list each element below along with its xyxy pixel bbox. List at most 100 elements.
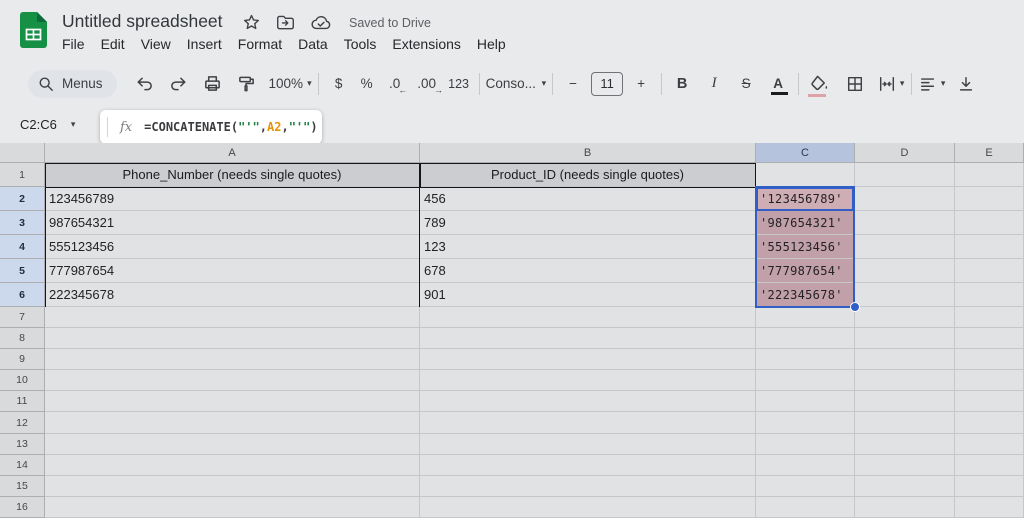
cell-A5[interactable]: 777987654 <box>45 259 420 283</box>
strikethrough-button[interactable]: S <box>732 70 760 98</box>
fill-handle[interactable] <box>850 302 860 312</box>
cell-B1[interactable]: Product_ID (needs single quotes) <box>420 163 756 187</box>
cell-C11[interactable] <box>756 391 855 412</box>
bold-button[interactable]: B <box>668 70 696 98</box>
cell-D6[interactable] <box>855 283 955 307</box>
saved-cloud-icon[interactable] <box>311 15 331 31</box>
cell-D15[interactable] <box>855 476 955 497</box>
cell-C16[interactable] <box>756 497 855 518</box>
cell-B5[interactable]: 678 <box>420 259 756 283</box>
cell-C14[interactable] <box>756 455 855 476</box>
cell-B15[interactable] <box>420 476 756 497</box>
row-header-14[interactable]: 14 <box>0 455 45 476</box>
cell-D4[interactable] <box>855 235 955 259</box>
cell-C13[interactable] <box>756 434 855 455</box>
cell-B13[interactable] <box>420 434 756 455</box>
cell-D1[interactable] <box>855 163 955 187</box>
cell-D9[interactable] <box>855 349 955 370</box>
row-header-5[interactable]: 5 <box>0 259 45 283</box>
increase-decimal-button[interactable]: .00→ <box>413 70 441 98</box>
font-family-select[interactable]: Conso... ▾ <box>486 70 547 98</box>
increase-font-size-button[interactable]: + <box>627 70 655 98</box>
cell-A13[interactable] <box>45 434 420 455</box>
cell-C6[interactable]: '222345678' <box>756 283 855 307</box>
borders-button[interactable] <box>841 70 869 98</box>
row-header-1[interactable]: 1 <box>0 163 45 187</box>
column-header-a[interactable]: A <box>45 143 420 163</box>
cell-A3[interactable]: 987654321 <box>45 211 420 235</box>
cell-B14[interactable] <box>420 455 756 476</box>
horizontal-align-button[interactable]: ▾ <box>918 70 946 98</box>
row-header-4[interactable]: 4 <box>0 235 45 259</box>
cell-D3[interactable] <box>855 211 955 235</box>
cell-D16[interactable] <box>855 497 955 518</box>
cell-B12[interactable] <box>420 412 756 433</box>
cell-E3[interactable] <box>955 211 1024 235</box>
cell-C8[interactable] <box>756 328 855 349</box>
decrease-decimal-button[interactable]: .0← <box>381 70 409 98</box>
cell-B3[interactable]: 789 <box>420 211 756 235</box>
document-title[interactable]: Untitled spreadsheet <box>62 11 223 32</box>
redo-button[interactable] <box>165 70 193 98</box>
cell-D12[interactable] <box>855 412 955 433</box>
cell-A16[interactable] <box>45 497 420 518</box>
cell-C9[interactable] <box>756 349 855 370</box>
cell-E4[interactable] <box>955 235 1024 259</box>
cell-E10[interactable] <box>955 370 1024 391</box>
row-header-13[interactable]: 13 <box>0 434 45 455</box>
menu-item-edit[interactable]: Edit <box>93 34 133 54</box>
column-header-d[interactable]: D <box>855 143 955 163</box>
sheets-logo-icon[interactable] <box>20 12 47 48</box>
cell-E12[interactable] <box>955 412 1024 433</box>
text-color-button[interactable]: A <box>764 70 792 98</box>
cell-E13[interactable] <box>955 434 1024 455</box>
cell-D5[interactable] <box>855 259 955 283</box>
cell-A10[interactable] <box>45 370 420 391</box>
italic-button[interactable]: I <box>700 70 728 98</box>
cell-E8[interactable] <box>955 328 1024 349</box>
row-header-10[interactable]: 10 <box>0 370 45 391</box>
cell-C10[interactable] <box>756 370 855 391</box>
menu-item-format[interactable]: Format <box>230 34 290 54</box>
cell-D10[interactable] <box>855 370 955 391</box>
cell-C5[interactable]: '777987654' <box>756 259 855 283</box>
cell-A7[interactable] <box>45 307 420 328</box>
cell-E5[interactable] <box>955 259 1024 283</box>
cell-C7[interactable] <box>756 307 855 328</box>
cell-B16[interactable] <box>420 497 756 518</box>
cell-A2[interactable]: 123456789 <box>45 187 420 211</box>
cell-E6[interactable] <box>955 283 1024 307</box>
row-header-6[interactable]: 6 <box>0 283 45 307</box>
zoom-select[interactable]: 100% ▾ <box>269 70 312 98</box>
cell-A6[interactable]: 222345678 <box>45 283 420 307</box>
cell-D14[interactable] <box>855 455 955 476</box>
cell-C1[interactable] <box>756 163 855 187</box>
font-size-input[interactable]: 11 <box>591 72 623 96</box>
cell-D11[interactable] <box>855 391 955 412</box>
format-percent-button[interactable]: % <box>353 70 381 98</box>
cell-C15[interactable] <box>756 476 855 497</box>
vertical-align-button[interactable] <box>952 70 980 98</box>
menus-search-button[interactable]: Menus <box>28 70 117 98</box>
row-header-8[interactable]: 8 <box>0 328 45 349</box>
cell-E2[interactable] <box>955 187 1024 211</box>
menu-item-data[interactable]: Data <box>290 34 336 54</box>
cell-A15[interactable] <box>45 476 420 497</box>
row-header-11[interactable]: 11 <box>0 391 45 412</box>
row-header-9[interactable]: 9 <box>0 349 45 370</box>
cell-B2[interactable]: 456 <box>420 187 756 211</box>
cell-C12[interactable] <box>756 412 855 433</box>
cell-A9[interactable] <box>45 349 420 370</box>
cell-D13[interactable] <box>855 434 955 455</box>
cell-B9[interactable] <box>420 349 756 370</box>
row-header-15[interactable]: 15 <box>0 476 45 497</box>
cell-A11[interactable] <box>45 391 420 412</box>
menu-item-file[interactable]: File <box>54 34 93 54</box>
select-all-corner[interactable] <box>0 143 45 163</box>
paint-format-button[interactable] <box>233 70 261 98</box>
cell-A14[interactable] <box>45 455 420 476</box>
menu-item-help[interactable]: Help <box>469 34 514 54</box>
format-currency-button[interactable]: $ <box>325 70 353 98</box>
name-box[interactable]: C2:C6 ▾ <box>0 105 100 143</box>
formula-input-highlight[interactable]: fx =CONCATENATE("'",A2,"'") <box>100 110 322 144</box>
